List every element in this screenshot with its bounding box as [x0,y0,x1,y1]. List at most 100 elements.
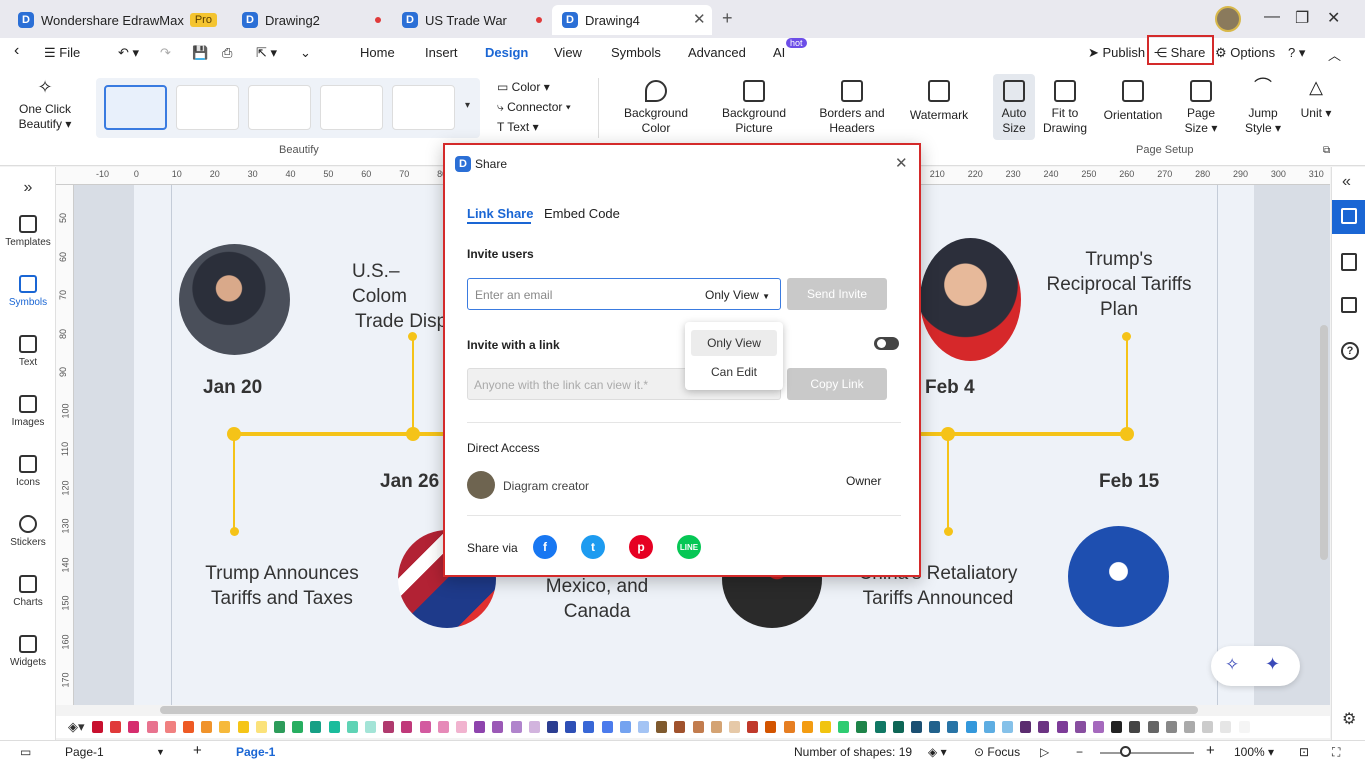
date-label[interactable]: Jan 26 [380,471,439,493]
page-panel-icon[interactable] [1341,253,1357,271]
sidebar-item-symbols[interactable]: Symbols [0,275,56,308]
color-swatch[interactable] [1165,721,1177,733]
color-swatch[interactable] [601,721,613,733]
color-swatch[interactable] [1238,721,1250,733]
zoom-slider-handle[interactable] [1120,746,1131,757]
tab-home[interactable]: D Wondershare EdrawMax Pro [8,5,227,35]
color-swatch[interactable] [929,721,941,733]
text-dropdown[interactable]: T Text ▾ [497,120,539,135]
color-swatch[interactable] [310,721,322,733]
color-swatch[interactable] [1111,721,1123,733]
undo-icon[interactable]: ↶ ▾ [118,45,139,61]
present-panel-icon[interactable] [1341,297,1357,313]
email-field[interactable]: Enter an email Only View ▼ [467,278,781,310]
zoom-slider[interactable] [1100,752,1194,754]
tab-drawing2[interactable]: D Drawing2 [232,5,392,35]
publish-button[interactable]: ➤ Publish [1088,45,1145,61]
color-swatch[interactable] [820,721,831,733]
color-swatch[interactable] [528,721,540,733]
event-text[interactable]: Trump's Reciprocal Tariffs Plan [1034,247,1204,322]
menu-advanced[interactable]: Advanced [688,45,746,60]
file-menu[interactable]: ☰ File [44,45,80,61]
unit-button[interactable]: △ Unit ▾ [1300,78,1332,121]
color-swatch[interactable] [765,721,777,733]
line-icon[interactable]: LINE [677,535,701,559]
minimize-icon[interactable]: — [1264,8,1280,26]
color-swatch[interactable] [274,721,285,733]
color-swatch[interactable] [619,721,631,733]
page-layout-icon[interactable]: ▭ [20,745,31,759]
collapse-panel-icon[interactable]: « [1342,173,1351,191]
color-swatch[interactable] [401,721,413,733]
fit-to-drawing-button[interactable]: Fit to Drawing [1040,80,1090,136]
tab-us-trade-war[interactable]: D US Trade War [392,5,552,35]
help-panel-icon[interactable]: ? [1341,342,1359,360]
color-swatch[interactable] [1056,721,1068,733]
layers-icon[interactable]: ◈ ▾ [928,745,947,759]
date-label[interactable]: Feb 15 [1099,471,1159,493]
menu-insert[interactable]: Insert [425,45,458,60]
sidebar-item-widgets[interactable]: Widgets [0,635,56,668]
style-panel-button[interactable] [1332,200,1365,234]
color-swatch[interactable] [510,721,522,733]
color-swatch[interactable] [656,721,668,733]
color-swatch[interactable] [983,721,995,733]
color-swatch[interactable] [565,721,577,733]
connector-dropdown[interactable]: ⤷ Connector ▾ [497,100,571,115]
color-swatch[interactable] [638,721,649,733]
color-swatch[interactable] [383,721,395,733]
color-swatch[interactable] [346,721,358,733]
more-icon[interactable]: ⌄ [300,45,311,61]
color-swatch[interactable] [783,721,795,733]
menu-ai[interactable]: AI [773,45,785,60]
color-swatch[interactable] [492,721,504,733]
color-swatch[interactable] [1074,721,1086,733]
color-swatch[interactable] [947,721,959,733]
add-page-icon[interactable]: + [193,742,202,759]
ai-sparkle-icon[interactable]: ✦ [1265,654,1280,675]
color-swatch[interactable] [1093,721,1104,733]
focus-button[interactable]: ⊙ Focus [974,745,1020,759]
beautify-style-3[interactable] [248,85,311,130]
color-swatch[interactable] [1020,721,1032,733]
pinterest-icon[interactable]: p [629,535,653,559]
auto-size-button[interactable]: Auto Size [993,80,1035,136]
fit-page-icon[interactable]: ⊡ [1299,745,1309,759]
option-can-edit[interactable]: Can Edit [691,359,777,385]
new-tab-icon[interactable]: + [722,8,733,29]
background-color-button[interactable]: Background Color [616,80,696,136]
color-swatch[interactable] [856,721,868,733]
color-swatch[interactable] [474,721,486,733]
beautify-style-4[interactable] [320,85,383,130]
page-size-button[interactable]: Page Size ▾ [1180,80,1222,136]
color-swatch[interactable] [874,721,886,733]
color-swatch[interactable] [1184,721,1195,733]
color-swatch[interactable] [146,721,158,733]
menu-home[interactable]: Home [360,45,395,60]
tab-embed-code[interactable]: Embed Code [544,206,620,221]
permission-select[interactable]: Only View ▼ [705,288,770,302]
tab-drawing4[interactable]: D Drawing4 [552,5,712,35]
color-swatch[interactable] [419,721,431,733]
sidebar-item-templates[interactable]: Templates [0,215,56,248]
timeline-node[interactable] [227,427,241,441]
color-swatch[interactable] [1002,721,1013,733]
maximize-icon[interactable]: ❐ [1295,8,1309,28]
twitter-icon[interactable]: t [581,535,605,559]
settings-gear-icon[interactable]: ⚙ [1342,709,1356,729]
color-swatch[interactable] [911,721,922,733]
beautify-style-2[interactable] [176,85,239,130]
close-tab-icon[interactable]: ✕ [693,10,706,28]
export-icon[interactable]: ⇱ ▾ [256,45,277,61]
color-swatch[interactable] [1220,721,1232,733]
print-icon[interactable]: ⎙ [222,45,232,61]
color-swatch[interactable] [892,721,904,733]
color-swatch[interactable] [110,721,122,733]
expand-group-icon[interactable]: ⧉ [1323,145,1330,156]
beautify-style-5[interactable] [392,85,455,130]
timeline-node[interactable] [1120,427,1134,441]
play-icon[interactable]: ▷ [1040,745,1049,759]
sidebar-item-charts[interactable]: Charts [0,575,56,608]
one-click-beautify-button[interactable]: ✧ One Click Beautify ▾ [14,78,76,132]
color-swatch[interactable] [365,721,376,733]
